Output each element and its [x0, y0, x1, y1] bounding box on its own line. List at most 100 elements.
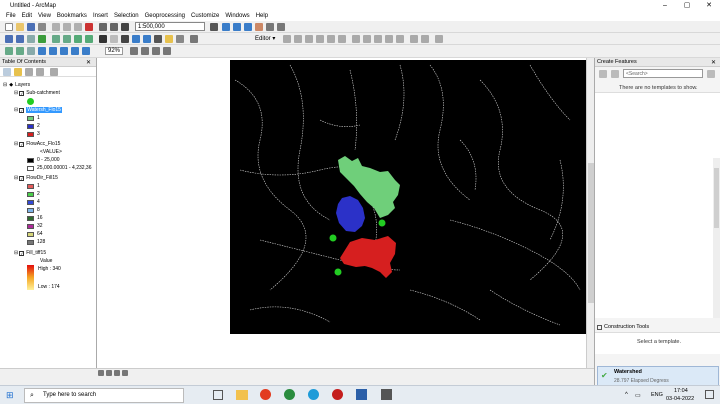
filter-icon[interactable] [611, 70, 619, 78]
outlet-point[interactable] [378, 219, 386, 227]
layer-flowdir[interactable]: ⊟ ✓ FlowDir_Fill15 [14, 175, 58, 181]
language-indicator[interactable]: ENG [651, 392, 663, 398]
scale-dropdown[interactable]: 1:500,000 [135, 22, 205, 31]
outlet-point[interactable] [334, 268, 342, 276]
hyperlink-icon[interactable] [165, 35, 173, 43]
menu-customize[interactable]: Customize [191, 13, 219, 19]
change-layout-icon[interactable] [152, 47, 160, 55]
create-features-icon[interactable] [435, 35, 443, 43]
minimize-button[interactable]: – [654, 0, 676, 11]
select-features-icon[interactable] [99, 35, 107, 43]
select-elements-icon[interactable] [121, 35, 129, 43]
opera-icon[interactable] [260, 389, 271, 400]
save-icon[interactable] [27, 23, 35, 31]
python-icon[interactable] [266, 23, 274, 31]
list-by-source-icon[interactable] [14, 68, 22, 76]
list-by-drawing-order-icon[interactable] [3, 68, 11, 76]
rotate-icon[interactable] [396, 35, 404, 43]
menu-bookmarks[interactable]: Bookmarks [57, 13, 87, 19]
focus-data-frame-icon[interactable] [141, 47, 149, 55]
template-search-input[interactable]: <Search> [623, 69, 703, 78]
layer-fill[interactable]: ⊟ ✓ Fill_tiff15 [14, 250, 46, 256]
point-icon[interactable] [338, 35, 346, 43]
toc-close-icon[interactable]: ✕ [86, 59, 91, 66]
zoom-percent-dropdown[interactable]: 92% [105, 47, 124, 55]
maximize-button[interactable]: ▢ [676, 0, 698, 11]
layer-flowacc[interactable]: ⊟ ✓ FlowAcc_Flo15 [14, 141, 60, 147]
panel-scrollbar[interactable] [713, 158, 720, 318]
layout-pan-icon[interactable] [27, 47, 35, 55]
layer-subcatchment[interactable]: ⊟ ✓ Sub-catchment [14, 90, 60, 96]
split-icon[interactable] [385, 35, 393, 43]
full-extent-icon[interactable] [38, 35, 46, 43]
add-data-icon[interactable] [121, 23, 129, 31]
menu-help[interactable]: Help [256, 13, 268, 19]
back-extent-icon[interactable] [74, 35, 82, 43]
search-options-icon[interactable] [707, 70, 715, 78]
edit-annotation-icon[interactable] [294, 35, 302, 43]
layout-zoom-out-icon[interactable] [16, 47, 24, 55]
delete-icon[interactable] [85, 23, 93, 31]
outlet-point[interactable] [329, 234, 337, 242]
list-by-visibility-icon[interactable] [25, 68, 33, 76]
notifications-icon[interactable] [705, 390, 714, 399]
arcmap-taskbar-icon[interactable] [356, 389, 367, 400]
edit-tool-icon[interactable] [283, 35, 291, 43]
pan-icon[interactable] [27, 35, 35, 43]
undo-icon[interactable] [99, 23, 107, 31]
next-extent-icon[interactable] [82, 47, 90, 55]
measure-icon[interactable] [154, 35, 162, 43]
zoom-whole-page-icon[interactable] [38, 47, 46, 55]
chrome-icon[interactable] [284, 389, 295, 400]
list-by-selection-icon[interactable] [36, 68, 44, 76]
layout-view-icon[interactable] [106, 370, 112, 376]
trace-icon[interactable] [327, 35, 335, 43]
menu-geoprocessing[interactable]: Geoprocessing [145, 13, 185, 19]
taskbar-search-box[interactable]: ⌕ Type here to search [24, 388, 184, 403]
layer-visibility-checkbox[interactable]: ✓ [19, 175, 25, 181]
menu-file[interactable]: File [6, 13, 16, 19]
vertical-scrollbar[interactable] [586, 58, 594, 368]
fixed-zoom-out-icon[interactable] [63, 35, 71, 43]
menu-edit[interactable]: Edit [22, 13, 32, 19]
open-icon[interactable] [16, 23, 24, 31]
templates-list[interactable] [595, 92, 720, 318]
windows-start-icon[interactable]: ⊞ [6, 390, 14, 401]
forward-extent-icon[interactable] [85, 35, 93, 43]
reshape-icon[interactable] [363, 35, 371, 43]
layout-zoom-in-icon[interactable] [5, 47, 13, 55]
toc-options-icon[interactable] [50, 68, 58, 76]
find-icon[interactable] [143, 35, 151, 43]
map-canvas[interactable] [230, 60, 586, 334]
close-button[interactable]: ✕ [698, 0, 720, 11]
menu-insert[interactable]: Insert [93, 13, 108, 19]
organize-templates-icon[interactable] [599, 70, 607, 78]
layer-visibility-checkbox[interactable]: ✓ [19, 90, 25, 96]
cut-polygons-icon[interactable] [374, 35, 382, 43]
arctoolbox-icon[interactable] [255, 23, 263, 31]
file-explorer-icon[interactable] [236, 390, 248, 400]
zoom-100-icon[interactable] [49, 47, 57, 55]
geoprocessing-notification[interactable]: ✔ Watershed 28.797 Elapsed Degress [597, 366, 719, 386]
menu-windows[interactable]: Windows [225, 13, 249, 19]
copy-icon[interactable] [63, 23, 71, 31]
paste-icon[interactable] [74, 23, 82, 31]
zoom-in-icon[interactable] [5, 35, 13, 43]
zoom-out-icon[interactable] [16, 35, 24, 43]
clock-date[interactable]: 03-04-2022 [666, 396, 694, 402]
clear-selection-icon[interactable] [110, 35, 118, 43]
editor-menu[interactable]: Editor ▾ [255, 35, 275, 42]
cut-icon[interactable] [52, 23, 60, 31]
menu-view[interactable]: View [38, 13, 51, 19]
clock-time[interactable]: 17:04 [674, 388, 688, 394]
print-icon[interactable] [38, 23, 46, 31]
menu-selection[interactable]: Selection [114, 13, 139, 19]
search-window-icon[interactable] [244, 23, 252, 31]
editor-toolbar-icon[interactable] [210, 23, 218, 31]
pause-drawing-icon[interactable] [122, 370, 128, 376]
straight-segment-icon[interactable] [305, 35, 313, 43]
network-icon[interactable]: ▭ [635, 392, 641, 399]
data-driven-pages-icon[interactable] [163, 47, 171, 55]
task-view-icon[interactable] [213, 390, 223, 400]
fixed-zoom-icon[interactable] [60, 47, 68, 55]
